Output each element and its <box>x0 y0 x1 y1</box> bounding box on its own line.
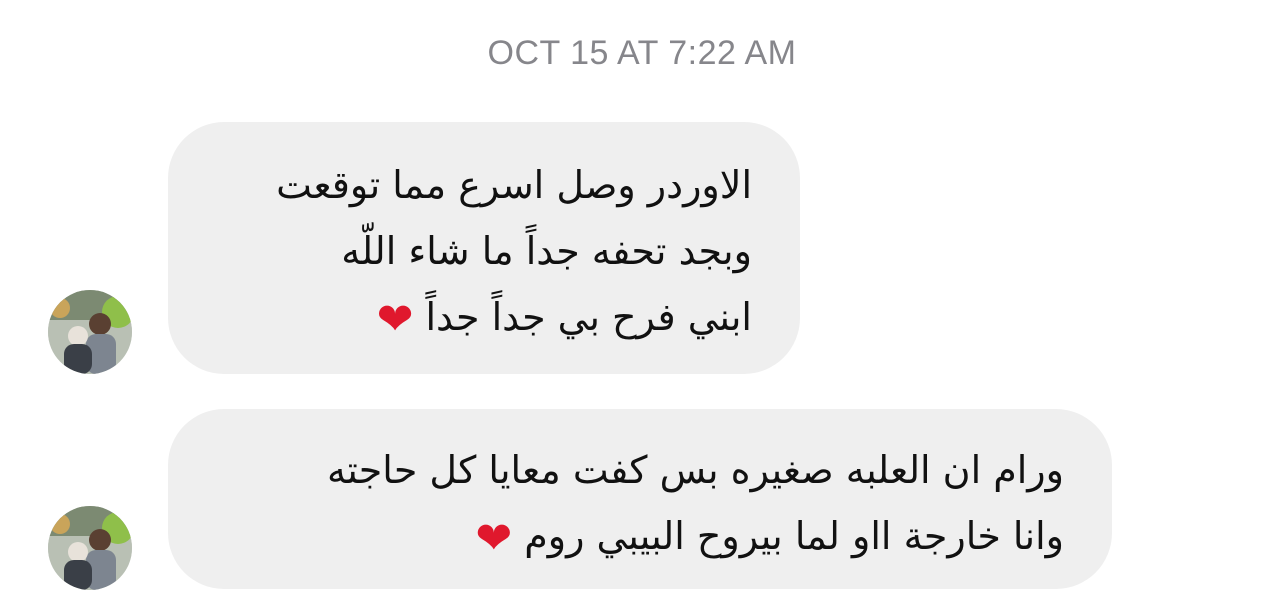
message-text: ورام ان العلبه صغيره بس كفت معايا كل حاج… <box>204 437 1064 572</box>
heart-icon: ❤ <box>376 293 414 345</box>
message-line-text: وانا خارجة اا‌و لما بيروح البيبي روم <box>524 514 1064 558</box>
message-bubble[interactable]: ورام ان العلبه صغيره بس كفت معايا كل حاج… <box>168 409 1112 589</box>
message-line: ورام ان العلبه صغيره بس كفت معايا كل حاج… <box>326 448 1064 492</box>
message-line: وبجد تحفه جداً ما شاء اللّه <box>341 229 752 273</box>
message-line-text: ابني فرح بي جداً جداً <box>425 295 753 339</box>
message-line: الاوردر وصل اسرع مما توقعت <box>276 163 752 207</box>
message-bubble[interactable]: الاوردر وصل اسرع مما توقعت وبجد تحفه جدا… <box>168 122 800 374</box>
message-line: ابني فرح بي جداً جداً❤ <box>204 284 752 353</box>
message-text: الاوردر وصل اسرع مما توقعت وبجد تحفه جدا… <box>204 152 752 353</box>
sender-avatar[interactable] <box>48 290 132 374</box>
heart-icon: ❤ <box>475 512 513 564</box>
message-line: وانا خارجة اا‌و لما بيروح البيبي روم❤ <box>204 503 1064 572</box>
sender-avatar[interactable] <box>48 506 132 590</box>
thread-timestamp: OCT 15 AT 7:22 AM <box>487 34 797 72</box>
